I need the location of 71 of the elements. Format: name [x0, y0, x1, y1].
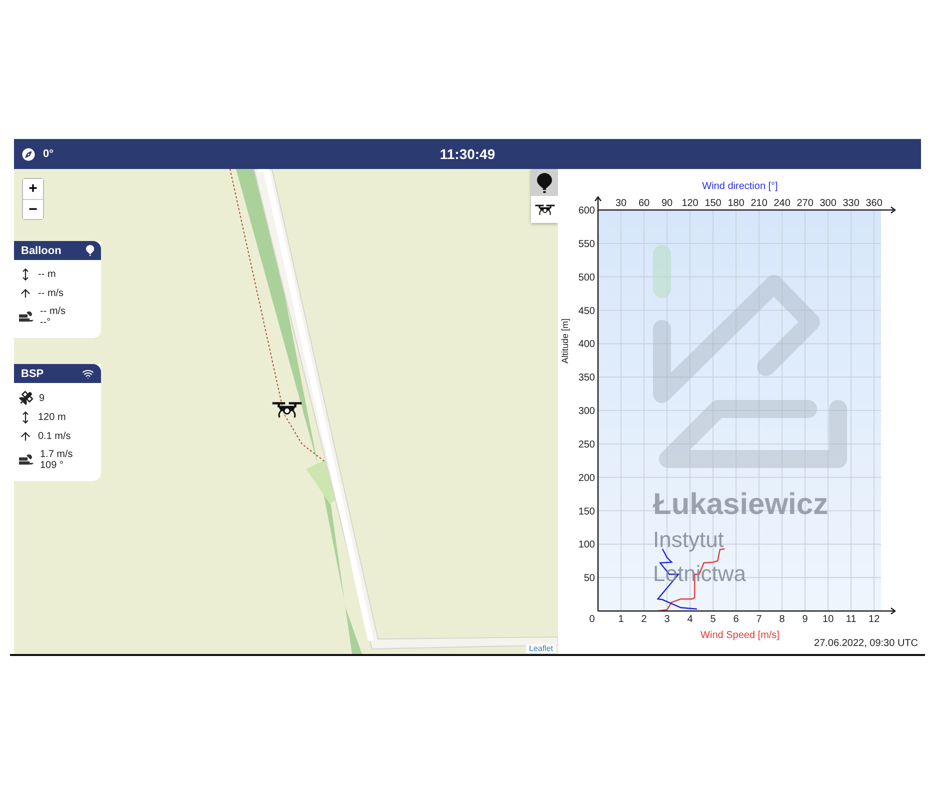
tick-label: 400: [578, 339, 595, 350]
telemetry-value: -- m/s: [38, 288, 64, 299]
tick-label: 2: [641, 614, 647, 625]
telemetry-value: 9: [39, 392, 45, 404]
tick-label: 150: [704, 198, 722, 209]
tick-label: 12: [868, 614, 880, 625]
tick-label: 11: [846, 614, 856, 625]
tick-label: 550: [578, 238, 595, 250]
tick-label: 300: [820, 198, 836, 209]
axis-title: Wind Speed [m/s]: [700, 630, 780, 641]
tick-label: 240: [774, 198, 790, 209]
satellite-icon: [19, 391, 33, 405]
balloon-icon: [86, 245, 94, 256]
clock-time: 11:30:49: [440, 146, 496, 162]
telemetry-value: 120 m: [38, 412, 66, 423]
axis-title: Altitude [m]: [560, 318, 570, 364]
tick-label: 5: [710, 614, 716, 625]
tick-label: 10: [822, 614, 834, 625]
telemetry-value: 109 °: [40, 460, 64, 471]
tick-label: 250: [578, 439, 595, 450]
compass-icon: [22, 148, 35, 160]
panel-title: BSP: [21, 368, 44, 380]
tick-label: 0: [589, 614, 595, 625]
zoom-out-button[interactable]: −: [23, 199, 43, 219]
tick-label: 450: [578, 306, 595, 317]
tick-label: 350: [578, 372, 595, 384]
tick-label: 8: [779, 614, 785, 625]
tick-label: 150: [578, 506, 595, 518]
tick-label: 200: [578, 472, 595, 484]
telemetry-value: -- m: [38, 269, 56, 280]
tick-label: 270: [796, 198, 814, 209]
balloon-icon: [537, 172, 552, 192]
layer-toggle-button[interactable]: [531, 169, 558, 196]
arrow-up-icon: [19, 287, 32, 300]
wind-icon: [19, 311, 34, 323]
telemetry-value: 1.7 m/s: [40, 449, 73, 460]
tick-label: 210: [750, 198, 768, 209]
tick-label: 60: [638, 198, 650, 209]
panel-title: Balloon: [21, 244, 62, 256]
tick-label: 1: [618, 614, 624, 625]
tick-label: 90: [661, 198, 673, 209]
tick-label: 6: [733, 614, 739, 625]
tick-label: 100: [578, 540, 595, 551]
tick-label: 30: [615, 198, 627, 209]
logo-name: Łukasiewicz: [653, 488, 828, 521]
logo-subtitle: Instytut: [653, 527, 724, 552]
tick-label: 330: [842, 198, 860, 209]
telemetry-value: 0.1 m/s: [38, 431, 71, 442]
wind-icon: [19, 454, 34, 466]
tick-label: 180: [728, 198, 744, 209]
tick-label: 50: [584, 573, 595, 584]
telemetry-value: --°: [40, 317, 52, 328]
drone-icon: [534, 204, 554, 216]
timestamp: 27.06.2022, 09:30 UTC: [814, 638, 918, 649]
layer-toggle-button[interactable]: [531, 196, 558, 223]
tick-label: 360: [866, 198, 882, 209]
tick-label: 300: [578, 406, 595, 417]
telemetry-value: -- m/s: [40, 306, 66, 317]
wifi-icon: [82, 368, 94, 380]
drone-marker-icon: [272, 401, 302, 419]
axis-title: Wind direction [°]: [702, 181, 778, 192]
attribution-link[interactable]: Leaflet: [526, 644, 556, 653]
tick-label: 3: [664, 614, 670, 625]
tick-label: 500: [578, 272, 595, 284]
tick-label: 7: [756, 614, 762, 625]
tick-label: 9: [802, 614, 808, 625]
tick-label: 600: [578, 206, 595, 216]
tick-label: 4: [687, 614, 693, 625]
tick-label: 120: [682, 198, 698, 209]
heading-value: 0°: [43, 148, 54, 160]
arrow-up-icon: [19, 430, 32, 443]
